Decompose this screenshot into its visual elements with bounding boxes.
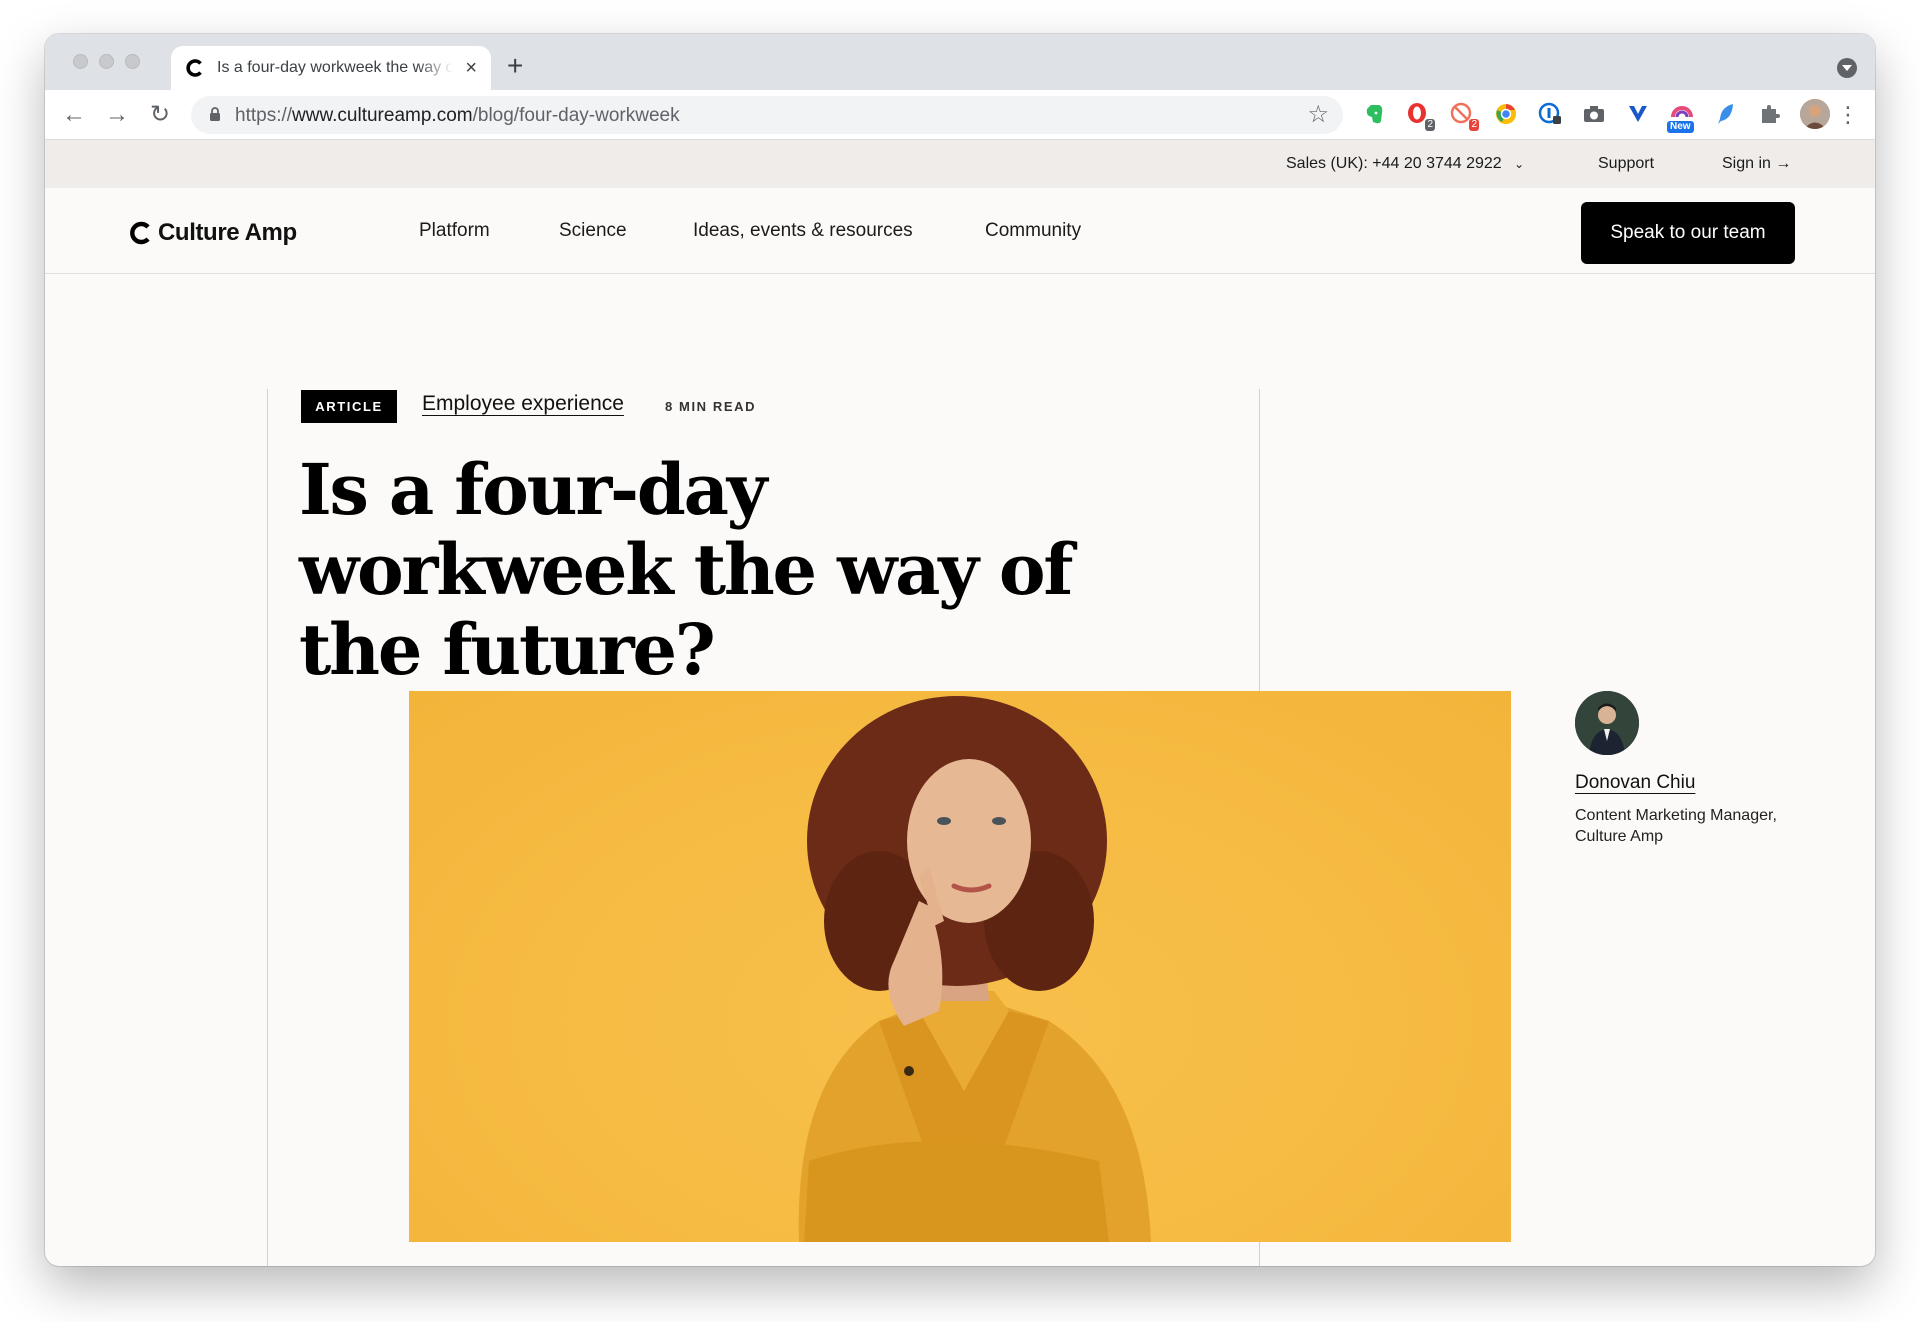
author-photo <box>1575 691 1639 755</box>
window-controls <box>73 54 140 69</box>
culture-amp-favicon-icon <box>186 59 202 77</box>
onepassword-icon[interactable] <box>1537 101 1563 127</box>
browser-window: Is a four-day workweek the way of the fu… <box>45 34 1875 1266</box>
block-icon[interactable]: 2 <box>1449 101 1479 131</box>
url-text: https://www.cultureamp.com/blog/four-day… <box>235 105 680 126</box>
culture-amp-logo-icon <box>130 221 150 245</box>
tab-strip: Is a four-day workweek the way of the fu… <box>45 34 1875 90</box>
forward-icon[interactable]: → <box>102 100 132 130</box>
author-name-link[interactable]: Donovan Chiu <box>1575 772 1695 794</box>
author-job-title: Content Marketing Manager, Culture Amp <box>1575 807 1777 845</box>
hero-image <box>409 691 1511 1242</box>
sales-phone-dropdown[interactable]: Sales (UK): +44 20 3744 2922 ⌄ <box>1286 155 1524 173</box>
address-bar[interactable]: https://www.cultureamp.com/blog/four-day… <box>191 96 1343 134</box>
browser-menu-icon[interactable]: ⋮ <box>1837 100 1859 130</box>
camera-icon[interactable] <box>1581 101 1607 127</box>
right-column-divider <box>1259 389 1260 691</box>
lock-icon <box>210 107 220 121</box>
puzzle-icon[interactable] <box>1757 101 1783 127</box>
signin-link[interactable]: Sign in → <box>1722 155 1791 173</box>
new-badge: New <box>1667 121 1694 133</box>
new-tab-button[interactable]: + <box>507 52 523 80</box>
active-tab[interactable]: Is a four-day workweek the way of the fu… <box>171 46 491 90</box>
google-chrome-icon[interactable] <box>1493 101 1519 127</box>
new-extension-icon[interactable]: New <box>1667 101 1695 133</box>
main-nav: Culture Amp Platform Science Ideas, even… <box>45 188 1875 274</box>
article-type-badge: ARTICLE <box>301 390 397 423</box>
left-column-divider <box>267 389 268 1266</box>
category-link[interactable]: Employee experience <box>422 392 624 416</box>
read-time: 8 MIN READ <box>665 399 757 414</box>
extension-badge: 2 <box>1425 119 1435 131</box>
opera-icon[interactable]: 2 <box>1405 101 1435 131</box>
evernote-icon[interactable] <box>1361 101 1387 127</box>
nav-ideas-events-resources[interactable]: Ideas, events & resources <box>693 220 913 242</box>
support-link[interactable]: Support <box>1598 155 1654 173</box>
culture-amp-logo[interactable]: Culture Amp <box>128 219 297 247</box>
author-avatar[interactable] <box>1575 691 1639 755</box>
tab-title: Is a four-day workweek the way of the fu… <box>217 59 453 76</box>
nav-science[interactable]: Science <box>559 220 627 242</box>
extension-badge: 2 <box>1469 119 1479 131</box>
bookmark-star-icon[interactable]: ☆ <box>1307 100 1329 129</box>
article-title: Is a four-day workweek the way of the fu… <box>299 448 1074 691</box>
logo-text: Culture Amp <box>158 219 297 246</box>
thinking-woman-illustration <box>798 696 1151 1242</box>
vivaldi-icon[interactable] <box>1625 101 1651 127</box>
nav-community[interactable]: Community <box>985 220 1081 242</box>
profile-avatar[interactable] <box>1800 99 1830 129</box>
reload-icon[interactable]: ↻ <box>145 100 175 130</box>
close-window-button[interactable] <box>73 54 88 69</box>
speak-to-team-button[interactable]: Speak to our team <box>1581 202 1795 264</box>
close-tab-icon[interactable]: × <box>465 58 477 78</box>
maximize-window-button[interactable] <box>125 54 140 69</box>
chevron-down-icon: ⌄ <box>1514 157 1525 171</box>
back-icon[interactable]: ← <box>59 100 89 130</box>
sales-phone-text: Sales (UK): +44 20 3744 2922 <box>1286 155 1502 172</box>
minimize-window-button[interactable] <box>99 54 114 69</box>
right-column-divider-lower <box>1259 1242 1260 1266</box>
utility-bar: Sales (UK): +44 20 3744 2922 ⌄ Support S… <box>45 140 1875 188</box>
feather-icon[interactable] <box>1713 101 1739 127</box>
nav-platform[interactable]: Platform <box>419 220 490 242</box>
browser-toolbar: ← → ↻ https://www.cultureamp.com/blog/fo… <box>45 90 1875 140</box>
tab-search-icon[interactable] <box>1837 58 1857 78</box>
